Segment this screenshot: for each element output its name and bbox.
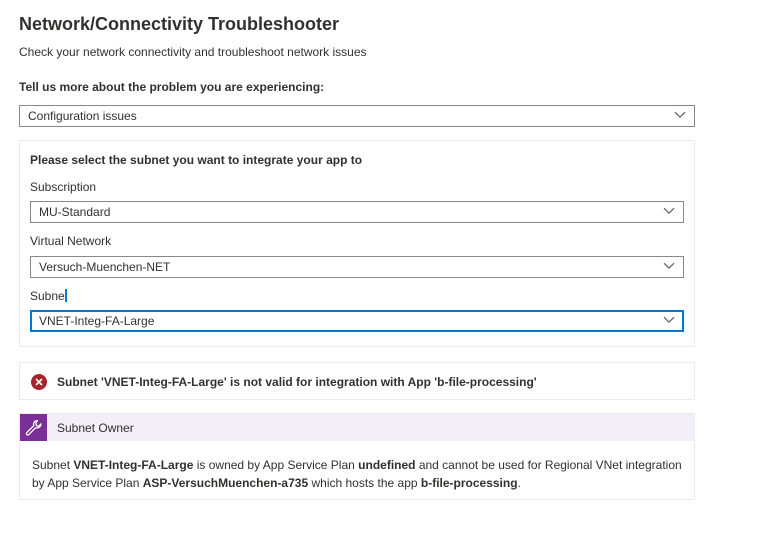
- owner-text: .: [517, 476, 521, 490]
- subnet-dropdown[interactable]: VNET-Integ-FA-Large: [30, 310, 684, 332]
- owner-text: Subnet: [32, 458, 74, 472]
- page-subtitle: Check your network connectivity and trou…: [19, 45, 367, 59]
- owner-subnet-name: VNET-Integ-FA-Large: [73, 458, 194, 472]
- chevron-down-icon: [663, 262, 675, 270]
- page-title: Network/Connectivity Troubleshooter: [19, 14, 340, 34]
- subscription-dropdown-value: MU-Standard: [39, 205, 111, 219]
- chevron-down-icon: [674, 111, 686, 119]
- error-circle-icon: [31, 374, 47, 390]
- owner-icon-box: [20, 414, 47, 441]
- owner-plan-owner: undefined: [358, 458, 416, 472]
- vnet-dropdown[interactable]: Versuch-Muenchen-NET: [30, 256, 684, 278]
- subnet-label-row: Subne: [30, 289, 67, 303]
- wrench-icon: [25, 419, 42, 436]
- owner-description: Subnet VNET-Integ-FA-Large is owned by A…: [32, 456, 682, 492]
- subnet-label: Subne: [30, 289, 65, 303]
- owner-text: is owned by App Service Plan: [193, 458, 359, 472]
- subscription-dropdown[interactable]: MU-Standard: [30, 201, 684, 223]
- subnet-panel-heading: Please select the subnet you want to int…: [30, 153, 363, 167]
- error-message: Subnet 'VNET-Integ-FA-Large' is not vali…: [57, 375, 537, 389]
- text-cursor: [64, 289, 67, 302]
- vnet-label: Virtual Network: [30, 234, 112, 248]
- problem-dropdown[interactable]: Configuration issues: [19, 105, 695, 127]
- owner-text: which hosts the app: [308, 476, 421, 490]
- owner-app-name: b-file-processing: [420, 476, 518, 490]
- chevron-down-icon: [663, 207, 675, 215]
- chevron-down-icon: [663, 316, 675, 324]
- subscription-label: Subscription: [30, 180, 97, 194]
- vnet-dropdown-value: Versuch-Muenchen-NET: [39, 260, 171, 274]
- owner-plan-name: ASP-VersuchMuenchen-a735: [142, 476, 309, 490]
- subnet-dropdown-value: VNET-Integ-FA-Large: [39, 314, 155, 328]
- problem-dropdown-value: Configuration issues: [28, 109, 137, 123]
- owner-title: Subnet Owner: [57, 421, 134, 435]
- problem-question: Tell us more about the problem you are e…: [19, 80, 325, 94]
